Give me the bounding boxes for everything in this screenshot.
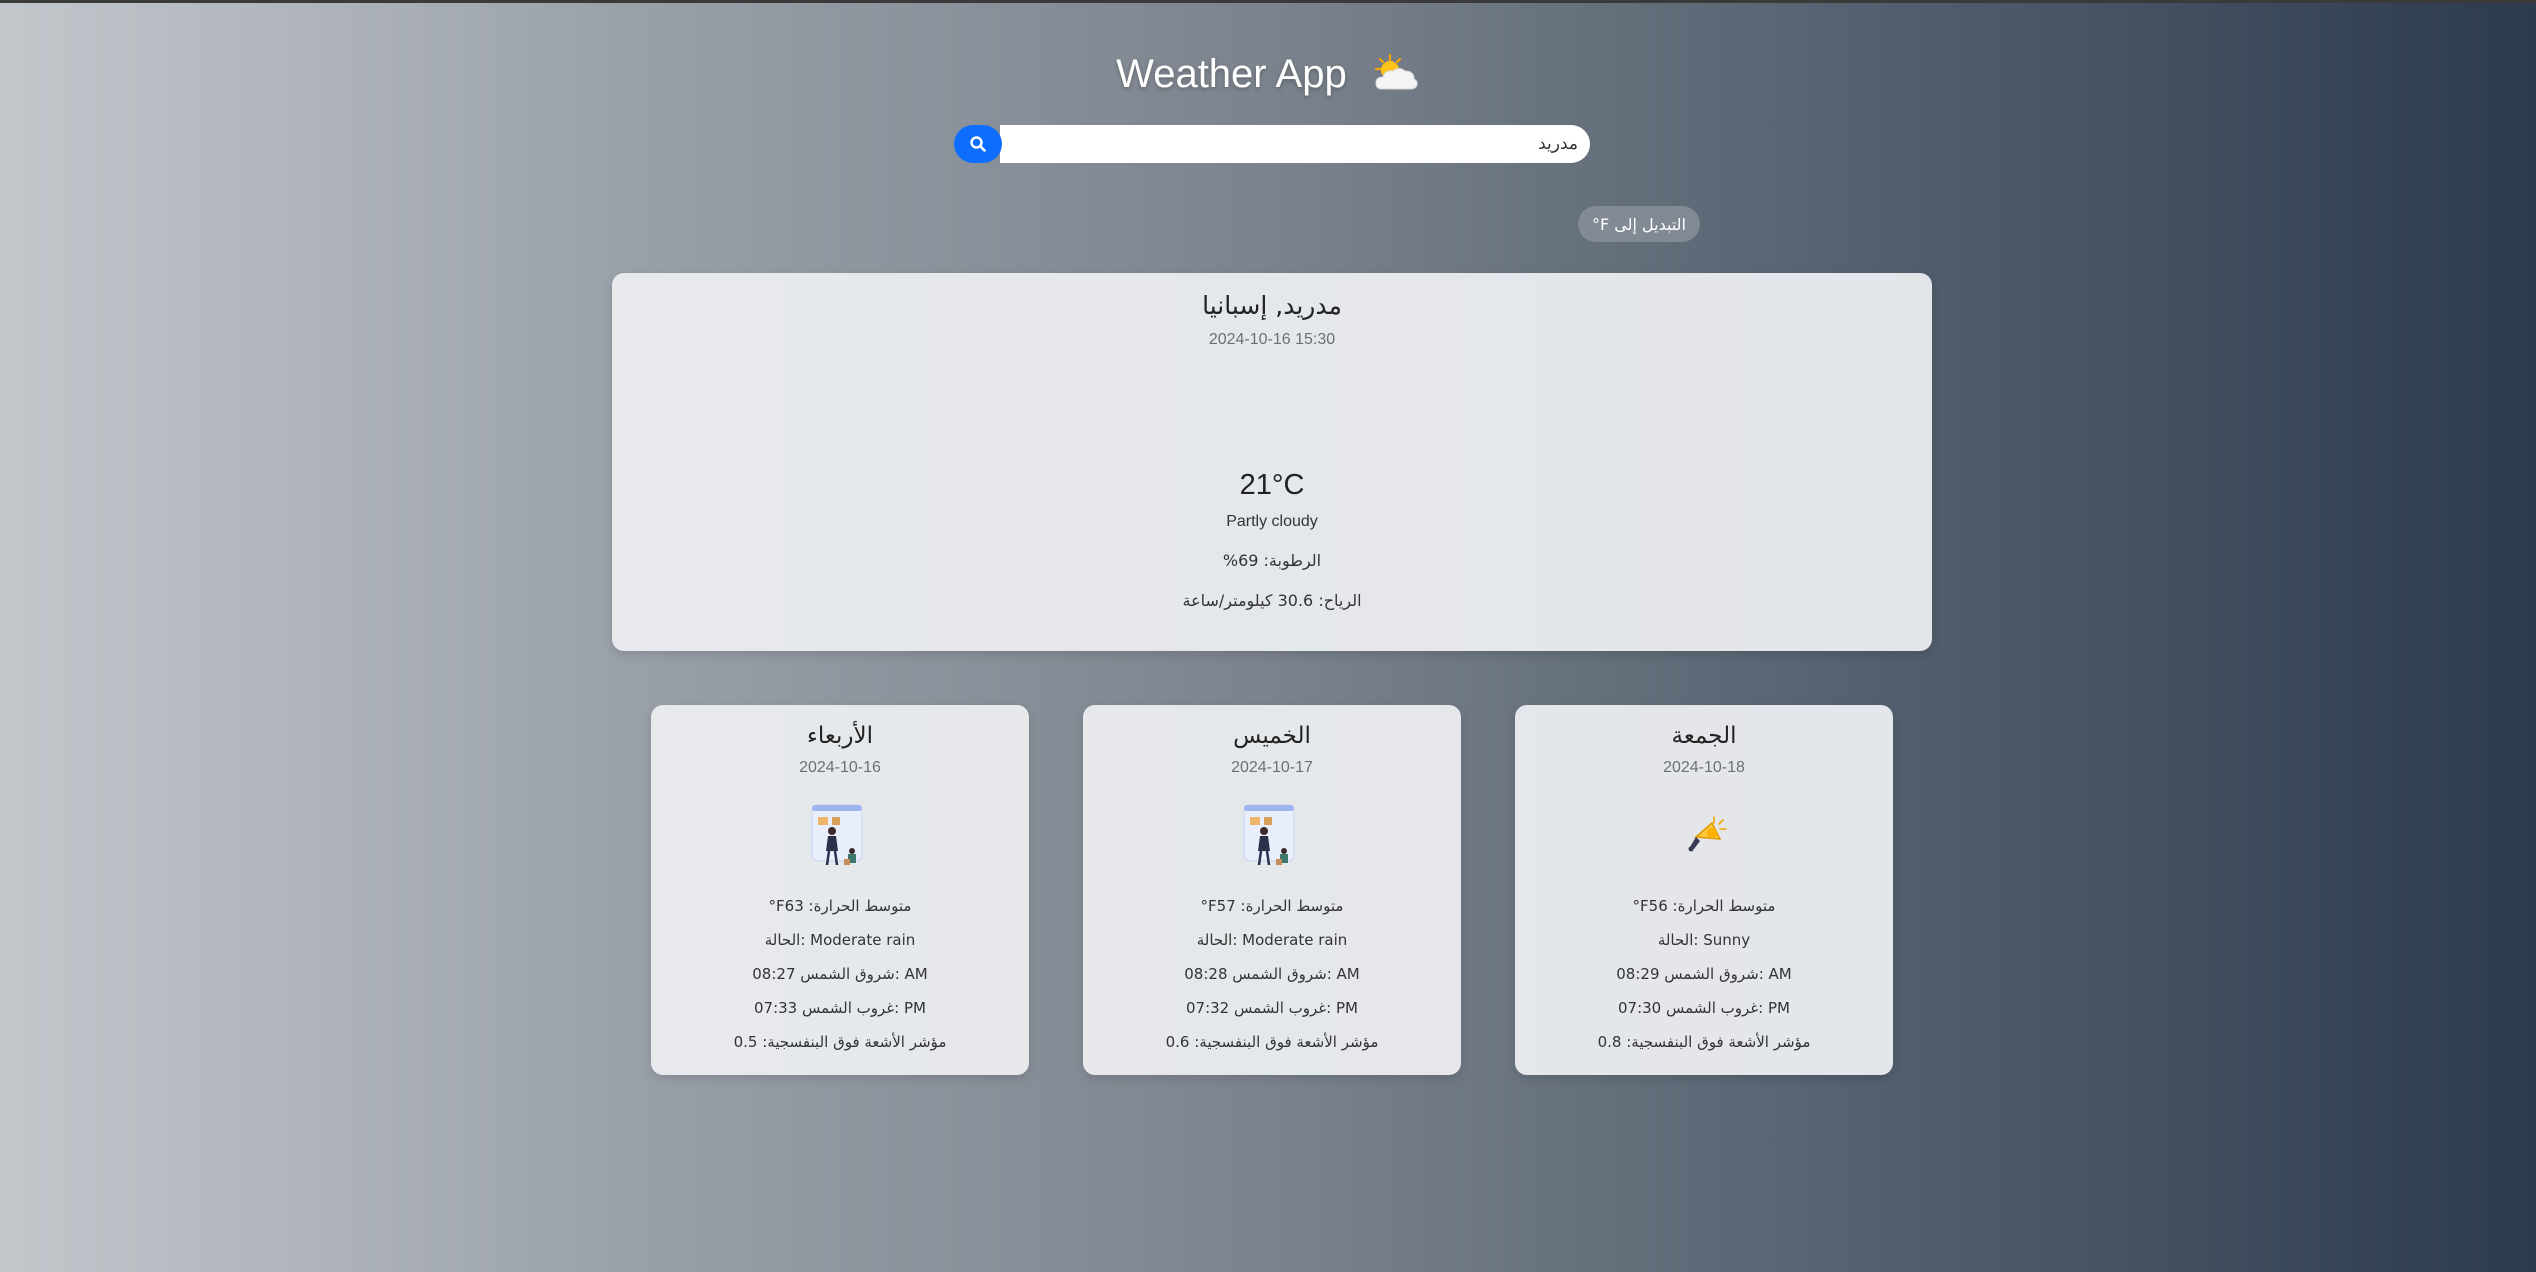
forecast-sunset: 07:32 غروب الشمس: PM bbox=[1186, 999, 1358, 1017]
search-bar bbox=[954, 125, 1590, 163]
forecast-card-wednesday: الأربعاء 2024-10-16 °Fمتوسط الحرارة: 63 … bbox=[651, 705, 1029, 1075]
forecast-day: الخميس bbox=[1233, 723, 1311, 749]
forecast-avg-temp: °Fمتوسط الحرارة: 57 bbox=[1200, 897, 1344, 915]
forecast-condition: الحالة: Moderate rain bbox=[1196, 931, 1348, 949]
current-condition: Partly cloudy bbox=[1226, 513, 1318, 530]
rain-illustration-icon bbox=[811, 804, 863, 866]
forecast-avg-temp: °Fمتوسط الحرارة: 56 bbox=[1632, 897, 1776, 915]
search-button[interactable] bbox=[954, 125, 1002, 163]
forecast-condition: الحالة: Sunny bbox=[1657, 931, 1751, 949]
app-title: Weather App bbox=[0, 51, 2536, 97]
unit-toggle-button[interactable]: °F التبديل إلى bbox=[1578, 206, 1700, 242]
forecast-date: 2024-10-16 bbox=[799, 759, 881, 776]
forecast-day: الأربعاء bbox=[807, 723, 873, 749]
app-title-text: Weather App bbox=[1116, 52, 1347, 96]
forecast-day: الجمعة bbox=[1671, 723, 1737, 749]
forecast-condition: الحالة: Moderate rain bbox=[764, 931, 916, 949]
forecast-uv-index: مؤشر الأشعة فوق البنفسجية: 0.8 bbox=[1597, 1033, 1811, 1051]
forecast-sunset: 07:30 غروب الشمس: PM bbox=[1618, 999, 1790, 1017]
forecast-sunset: 07:33 غروب الشمس: PM bbox=[754, 999, 926, 1017]
forecast-uv-index: مؤشر الأشعة فوق البنفسجية: 0.6 bbox=[1165, 1033, 1379, 1051]
forecast-uv-index: مؤشر الأشعة فوق البنفسجية: 0.5 bbox=[733, 1033, 947, 1051]
forecast-date: 2024-10-18 bbox=[1663, 759, 1745, 776]
search-input[interactable] bbox=[1000, 125, 1590, 163]
local-time: 2024-10-16 15:30 bbox=[1208, 331, 1336, 348]
forecast-sunrise: 08:27 شروق الشمس: AM bbox=[752, 965, 928, 983]
forecast-avg-temp: °Fمتوسط الحرارة: 63 bbox=[768, 897, 912, 915]
sun-horn-icon bbox=[1688, 816, 1727, 852]
wind-speed: الرياح: 30.6 كيلومتر/ساعة bbox=[1182, 591, 1362, 610]
search-icon bbox=[970, 136, 986, 152]
current-weather-card: مدريد, إسبانيا 2024-10-16 15:30 21°C Par… bbox=[612, 273, 1932, 651]
sun-behind-cloud-icon bbox=[1374, 53, 1418, 90]
forecast-date: 2024-10-17 bbox=[1231, 759, 1313, 776]
forecast-sunrise: 08:29 شروق الشمس: AM bbox=[1616, 965, 1792, 983]
forecast-card-friday: الجمعة 2024-10-18 °Fمتوسط الحرارة: 56 ال… bbox=[1515, 705, 1893, 1075]
rain-illustration-icon bbox=[1243, 804, 1295, 866]
current-temperature: 21°C bbox=[1239, 469, 1305, 501]
forecast-card-thursday: الخميس 2024-10-17 °Fمتوسط الحرارة: 57 ال… bbox=[1083, 705, 1461, 1075]
humidity: %الرطوبة: 69 bbox=[1222, 551, 1322, 570]
location-name: مدريد, إسبانيا bbox=[1202, 291, 1342, 320]
forecast-sunrise: 08:28 شروق الشمس: AM bbox=[1184, 965, 1360, 983]
